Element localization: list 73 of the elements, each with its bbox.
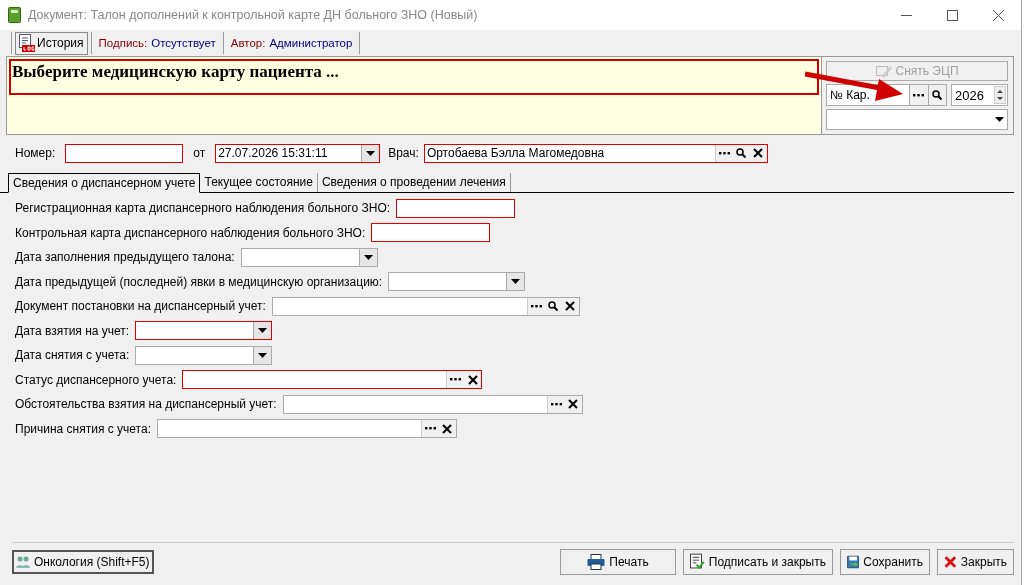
clear-icon bbox=[753, 148, 764, 158]
lookup-field[interactable] bbox=[157, 419, 457, 438]
save-button[interactable]: Сохранить bbox=[840, 548, 930, 575]
sign-button[interactable]: Подписать и закрыть bbox=[683, 548, 833, 575]
minimize-icon[interactable] bbox=[900, 14, 912, 16]
number-label: Номер: bbox=[15, 146, 56, 160]
oncology-button[interactable]: Онкология (Shift+F5) bbox=[12, 549, 154, 574]
dots-icon bbox=[450, 378, 462, 381]
tab[interactable]: Сведения о диспансерном учете bbox=[8, 173, 201, 193]
clear-icon bbox=[568, 399, 579, 409]
cross-icon bbox=[944, 553, 957, 570]
lookup-field[interactable] bbox=[282, 394, 583, 414]
date-label: от bbox=[193, 146, 206, 160]
book-icon bbox=[8, 7, 21, 23]
tab[interactable]: Сведения о проведении лечения bbox=[317, 173, 511, 192]
input-field[interactable] bbox=[396, 198, 516, 218]
lookup-field[interactable] bbox=[182, 370, 483, 389]
card-number-input[interactable]: № Кар. bbox=[827, 85, 909, 105]
clear-icon bbox=[467, 374, 478, 385]
dots-icon bbox=[913, 93, 925, 97]
caret-icon bbox=[995, 117, 1004, 122]
author-label: Автор: bbox=[230, 37, 266, 49]
printer-icon bbox=[587, 553, 606, 570]
close-icon[interactable] bbox=[992, 9, 1004, 21]
year-spinner[interactable]: 2026 bbox=[951, 84, 1008, 106]
message-text: Выберите медицинскую карту пациента ... bbox=[9, 59, 819, 95]
close-button[interactable]: Закрыть bbox=[937, 548, 1014, 575]
clear-icon bbox=[565, 301, 576, 311]
people-icon bbox=[16, 554, 30, 569]
caret-icon bbox=[258, 352, 268, 358]
field-label: Регистрационная карта диспансерного наблюдения больного ЗНО: bbox=[15, 201, 391, 215]
caret-icon bbox=[511, 279, 521, 284]
field-label: Дата предыдущей (последней) явки в медицинскую организацию: bbox=[15, 274, 383, 289]
dots-icon bbox=[718, 151, 730, 155]
clear-icon bbox=[442, 423, 453, 434]
search-icon bbox=[736, 148, 747, 158]
search-icon bbox=[932, 90, 943, 100]
doctor-field[interactable]: Ортобаева Бэлла Магомедовна bbox=[423, 143, 768, 163]
doctor-value: Ортобаева Бэлла Магомедовна bbox=[425, 146, 606, 160]
lookup-field[interactable] bbox=[271, 296, 580, 316]
caret-icon bbox=[366, 150, 376, 156]
field-label: Дата снятия с учета: bbox=[15, 348, 130, 362]
date-picker[interactable]: 27.07.2026 15:31:11 bbox=[215, 143, 381, 163]
spinner-arrows-icon[interactable] bbox=[994, 86, 1006, 104]
field-label: Статус диспансерного учета: bbox=[15, 372, 177, 387]
field-label: Документ постановки на диспансерный учет: bbox=[15, 299, 266, 313]
caret-icon bbox=[258, 328, 268, 333]
signed-document-icon bbox=[690, 553, 705, 570]
print-button[interactable]: Печать bbox=[560, 548, 676, 575]
search-icon bbox=[548, 301, 559, 311]
field-label: Контрольная карта диспансерного наблюдения больного ЗНО: bbox=[15, 225, 366, 240]
number-field[interactable] bbox=[65, 143, 184, 163]
field-label: Дата взятия на учет: bbox=[15, 323, 130, 338]
signature-value: Отсутствует bbox=[151, 37, 216, 49]
dots-icon bbox=[530, 304, 542, 308]
field-label: Причина снятия с учета: bbox=[15, 421, 151, 436]
date-picker[interactable] bbox=[135, 321, 273, 340]
caret-icon bbox=[363, 254, 373, 260]
window-title: Документ: Талон дополнений к контрольной карте ДН больного ЗНО (Новый) bbox=[28, 8, 479, 22]
doctor-label: Врач: bbox=[388, 146, 419, 160]
input-field[interactable] bbox=[371, 223, 491, 242]
history-button[interactable]: История bbox=[15, 31, 88, 55]
signature-icon bbox=[875, 63, 892, 79]
field-label: Дата заполнения предыдущего талона: bbox=[15, 250, 235, 264]
signature-label: Подпись: bbox=[98, 37, 148, 49]
date-value: 27.07.2026 15:31:11 bbox=[217, 146, 329, 160]
dots-icon bbox=[425, 427, 436, 430]
maximize-icon[interactable] bbox=[946, 9, 958, 21]
author-value: Администратор bbox=[269, 37, 353, 49]
field-label: Обстоятельства взятия на диспансерный учет: bbox=[15, 397, 277, 411]
dots-icon bbox=[550, 402, 562, 406]
log-icon bbox=[19, 34, 35, 52]
tab[interactable]: Текущее состояние bbox=[200, 173, 318, 192]
